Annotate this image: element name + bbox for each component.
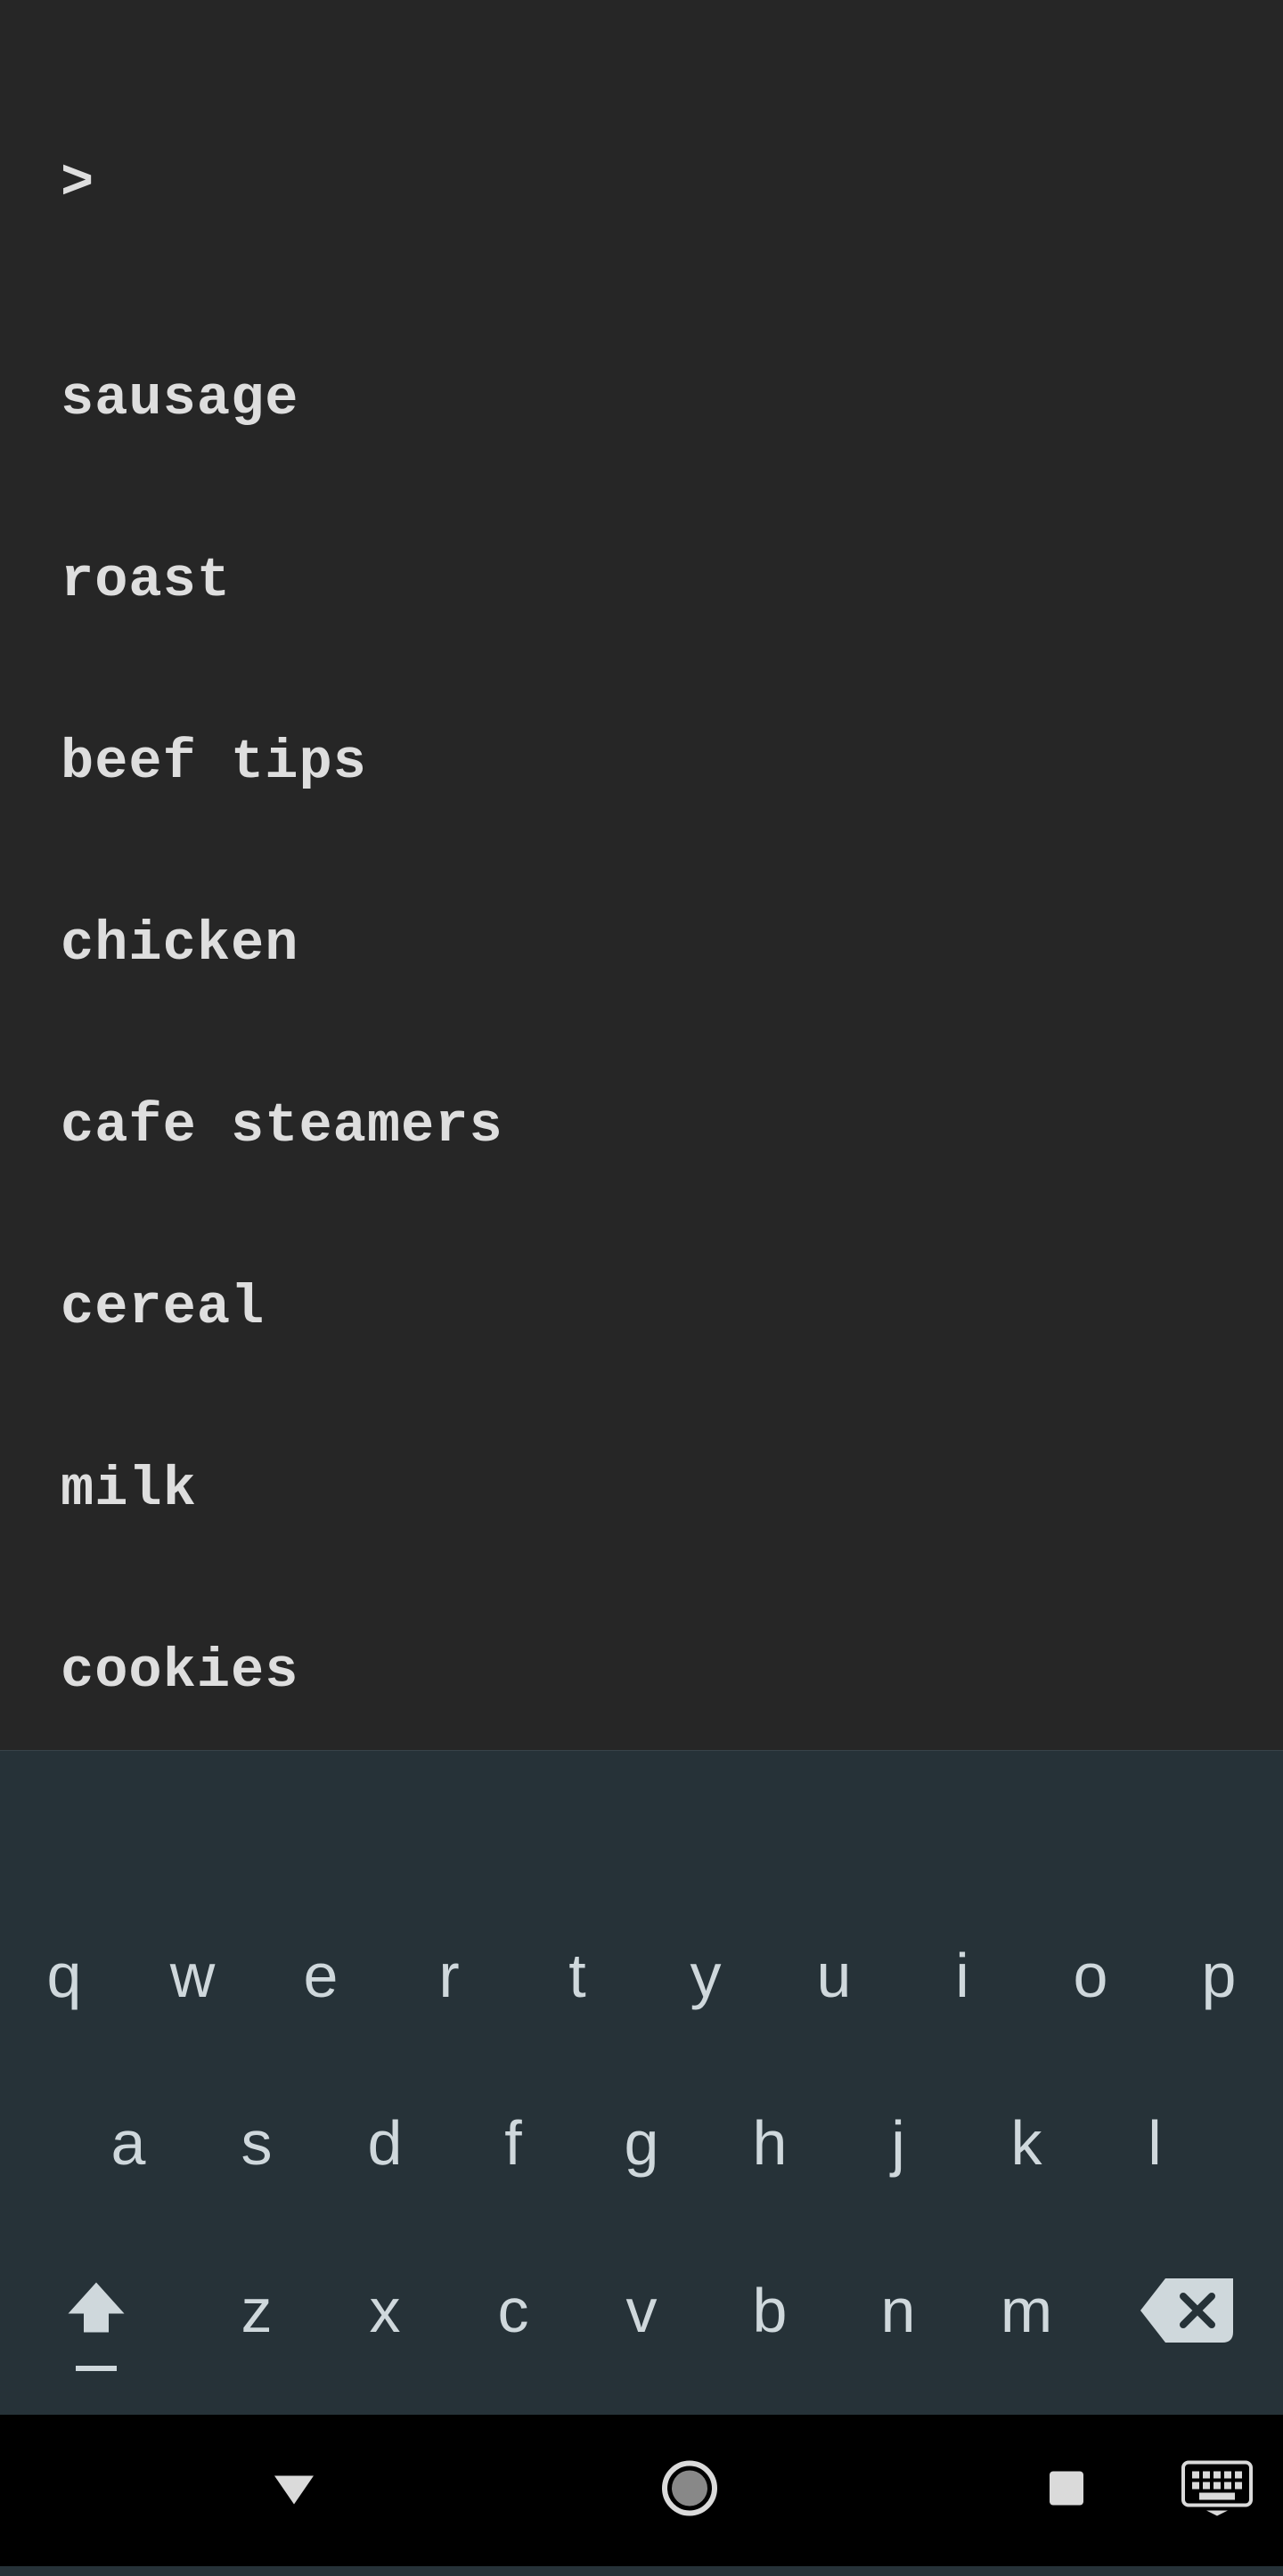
key-p[interactable]: p: [1155, 1892, 1283, 2059]
backspace-icon: [1140, 2278, 1233, 2343]
key-w[interactable]: w: [128, 1892, 257, 2059]
key-c[interactable]: c: [449, 2227, 577, 2394]
nav-home-button[interactable]: [659, 2458, 720, 2523]
key-o[interactable]: o: [1026, 1892, 1155, 2059]
key-s[interactable]: s: [192, 2059, 321, 2227]
shift-icon: [59, 2273, 134, 2348]
circle-icon: [659, 2458, 720, 2519]
key-v[interactable]: v: [577, 2227, 706, 2394]
key-z[interactable]: z: [192, 2227, 321, 2394]
key-f[interactable]: f: [449, 2059, 577, 2227]
terminal-area[interactable]: > sausage roast beef tips chicken cafe s…: [0, 0, 1283, 1750]
key-g[interactable]: g: [577, 2059, 706, 2227]
output-line: sausage: [61, 369, 1222, 429]
nav-back-button[interactable]: [267, 2462, 321, 2520]
key-y[interactable]: y: [642, 1892, 770, 2059]
key-d[interactable]: d: [321, 2059, 449, 2227]
key-e[interactable]: e: [257, 1892, 385, 2059]
key-x[interactable]: x: [321, 2227, 449, 2394]
output-line: cereal: [61, 1278, 1222, 1338]
output-line: roast: [61, 551, 1222, 611]
key-h[interactable]: h: [706, 2059, 834, 2227]
key-a[interactable]: a: [64, 2059, 192, 2227]
key-i[interactable]: i: [898, 1892, 1026, 2059]
output-line: milk: [61, 1460, 1222, 1520]
key-k[interactable]: k: [962, 2059, 1091, 2227]
key-l[interactable]: l: [1091, 2059, 1219, 2227]
output-line: cookies: [61, 1641, 1222, 1702]
triangle-down-icon: [267, 2462, 321, 2515]
output-line: chicken: [61, 914, 1222, 975]
key-backspace[interactable]: [1091, 2227, 1283, 2394]
keyboard-icon: [1181, 2461, 1253, 2516]
nav-recents-button[interactable]: [1044, 2466, 1089, 2515]
android-navigation-bar: [0, 2415, 1283, 2566]
keyboard-suggestion-strip[interactable]: [0, 1751, 1283, 1892]
key-q[interactable]: q: [0, 1892, 128, 2059]
nav-hide-keyboard-button[interactable]: [1181, 2461, 1253, 2521]
keyboard-divider: [0, 1750, 1283, 1751]
key-t[interactable]: t: [513, 1892, 642, 2059]
key-b[interactable]: b: [706, 2227, 834, 2394]
key-j[interactable]: j: [834, 2059, 962, 2227]
key-shift[interactable]: [0, 2227, 192, 2394]
output-line: beef tips: [61, 732, 1222, 793]
prompt-symbol: >: [61, 153, 1222, 214]
key-u[interactable]: u: [770, 1892, 898, 2059]
key-n[interactable]: n: [834, 2227, 962, 2394]
key-r[interactable]: r: [385, 1892, 513, 2059]
square-icon: [1044, 2466, 1089, 2511]
key-m[interactable]: m: [962, 2227, 1091, 2394]
output-line: cafe steamers: [61, 1096, 1222, 1157]
